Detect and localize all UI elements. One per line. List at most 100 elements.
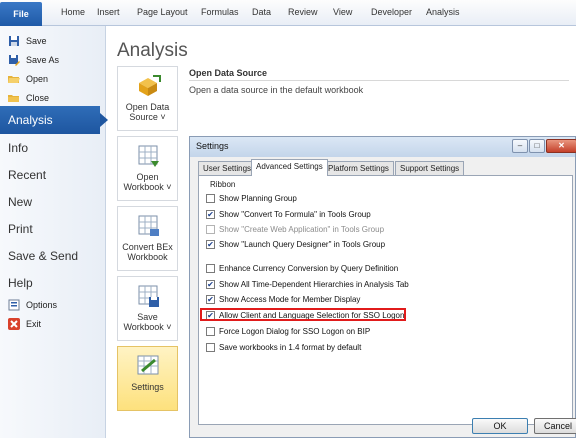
- save-workbook-icon: [138, 285, 159, 307]
- minimize-icon: –: [517, 141, 523, 150]
- option-time-dependent-hierarchies[interactable]: ✔ Show All Time-Dependent Hierarchies in …: [206, 279, 409, 290]
- option-show-planning-group[interactable]: Show Planning Group: [206, 193, 297, 204]
- settings-icon: [137, 355, 158, 375]
- convert-bex-workbook-label: Convert BEx Workbook: [122, 242, 173, 262]
- ok-button[interactable]: OK: [472, 418, 528, 434]
- dialog-titlebar[interactable]: Settings – □ ✕: [190, 137, 576, 157]
- convert-bex-workbook-button[interactable]: Convert BEx Workbook: [117, 206, 178, 271]
- checkbox[interactable]: [206, 194, 215, 203]
- open-data-source-icon: [138, 75, 161, 96]
- option-label: Show "Convert To Formula" in Tools Group: [219, 210, 371, 219]
- tab-review[interactable]: Review: [288, 7, 318, 17]
- option-label: Show "Create Web Application" in Tools G…: [219, 225, 385, 234]
- checkbox-checked[interactable]: ✔: [206, 295, 215, 304]
- folder-open-icon: [8, 76, 20, 83]
- open-workbook-button[interactable]: Open Workbook ˅: [117, 136, 178, 201]
- exit-icon: [8, 318, 20, 330]
- tab-support-settings[interactable]: Support Settings: [395, 161, 465, 175]
- option-launch-query-designer[interactable]: ✔ Show "Launch Query Designer" in Tools G…: [206, 239, 385, 250]
- settings-button[interactable]: Settings: [117, 346, 178, 411]
- nav-save[interactable]: Save: [8, 33, 47, 49]
- tab-page-layout[interactable]: Page Layout: [137, 7, 188, 17]
- nav-close-label: Close: [26, 93, 50, 103]
- page-title: Analysis: [117, 40, 188, 61]
- tab-analysis[interactable]: Analysis: [426, 7, 460, 17]
- option-enhance-currency-conversion[interactable]: Enhance Currency Conversion by Query Def…: [206, 263, 398, 274]
- open-data-source-description: Open a data source in the default workbo…: [189, 85, 364, 95]
- nav-help[interactable]: Help: [8, 276, 33, 290]
- nav-save-as-label: Save As: [26, 55, 60, 65]
- option-label: Show Access Mode for Member Display: [219, 295, 361, 304]
- settings-dialog: Settings – □ ✕ User Settings Advanced Se…: [189, 136, 576, 438]
- option-label: Force Logon Dialog for SSO Logon on BIP: [219, 327, 371, 336]
- option-access-mode-member-display[interactable]: ✔ Show Access Mode for Member Display: [206, 294, 360, 305]
- option-label: Save workbooks in 1.4 format by default: [219, 343, 362, 352]
- nav-exit-label: Exit: [26, 319, 42, 329]
- tab-formulas[interactable]: Formulas: [201, 7, 239, 17]
- option-convert-to-formula[interactable]: ✔ Show "Convert To Formula" in Tools Grou…: [206, 209, 371, 220]
- nav-open-label: Open: [26, 74, 49, 84]
- save-as-icon: [9, 55, 20, 66]
- ribbon-tab-bar: File Home Insert Page Layout Formulas Da…: [0, 0, 576, 26]
- checkbox-checked[interactable]: ✔: [206, 210, 215, 219]
- checkbox-disabled: [206, 225, 215, 234]
- nav-save-as[interactable]: Save As: [8, 52, 59, 68]
- option-force-logon-dialog[interactable]: Force Logon Dialog for SSO Logon on BIP: [206, 326, 370, 337]
- option-label: Show Planning Group: [219, 194, 297, 203]
- checkbox[interactable]: [206, 264, 215, 273]
- nav-options-label: Options: [26, 300, 58, 310]
- heading-divider: [189, 80, 569, 81]
- nav-options[interactable]: Options: [8, 297, 57, 313]
- convert-workbook-icon: [138, 215, 159, 236]
- nav-close[interactable]: Close: [8, 90, 49, 106]
- highlight-box: [200, 308, 406, 321]
- tab-home[interactable]: Home: [61, 7, 85, 17]
- close-icon: ✕: [558, 141, 565, 150]
- save-workbook-label: Save Workbook ˅: [123, 312, 172, 332]
- nav-save-send[interactable]: Save & Send: [8, 249, 78, 263]
- cancel-button[interactable]: Cancel: [534, 418, 576, 434]
- checkbox[interactable]: [206, 327, 215, 336]
- open-data-source-label: Open Data Source ˅: [125, 102, 170, 122]
- open-workbook-label: Open Workbook ˅: [123, 172, 172, 192]
- tab-developer[interactable]: Developer: [371, 7, 412, 17]
- backstage-nav: Save Save As Open Close Analysis Info Re…: [0, 26, 108, 438]
- checkbox-checked[interactable]: ✔: [206, 280, 215, 289]
- checkbox-checked[interactable]: ✔: [206, 240, 215, 249]
- option-label: Show All Time-Dependent Hierarchies in A…: [219, 280, 409, 289]
- nav-print[interactable]: Print: [8, 222, 33, 236]
- open-workbook-icon: [138, 145, 159, 167]
- nav-open[interactable]: Open: [8, 71, 48, 87]
- options-icon: [8, 299, 20, 311]
- tab-view[interactable]: View: [333, 7, 352, 17]
- nav-save-label: Save: [26, 36, 47, 46]
- minimize-button[interactable]: –: [512, 139, 528, 153]
- save-icon: [9, 36, 19, 46]
- checkbox[interactable]: [206, 343, 215, 352]
- settings-label: Settings: [131, 382, 164, 392]
- tab-user-settings[interactable]: User Settings: [198, 161, 257, 175]
- tab-file[interactable]: File: [0, 2, 42, 26]
- tab-platform-settings[interactable]: Platform Settings: [323, 161, 394, 175]
- tab-data[interactable]: Data: [252, 7, 271, 17]
- nav-analysis[interactable]: Analysis: [0, 106, 108, 134]
- open-data-source-heading: Open Data Source: [189, 68, 268, 78]
- nav-recent[interactable]: Recent: [8, 168, 46, 182]
- maximize-button[interactable]: □: [529, 139, 545, 153]
- save-workbook-button[interactable]: Save Workbook ˅: [117, 276, 178, 341]
- nav-exit[interactable]: Exit: [8, 316, 41, 332]
- open-data-source-button[interactable]: Open Data Source ˅: [117, 66, 178, 131]
- nav-new[interactable]: New: [8, 195, 32, 209]
- tab-insert[interactable]: Insert: [97, 7, 120, 17]
- option-label: Show "Launch Query Designer" in Tools Gr…: [219, 240, 386, 249]
- maximize-icon: □: [534, 141, 540, 150]
- option-label: Enhance Currency Conversion by Query Def…: [219, 264, 399, 273]
- option-save-14-format[interactable]: Save workbooks in 1.4 format by default: [206, 342, 361, 353]
- option-create-web-application: Show "Create Web Application" in Tools G…: [206, 224, 384, 235]
- tab-advanced-settings[interactable]: Advanced Settings: [251, 159, 328, 176]
- nav-info[interactable]: Info: [8, 141, 28, 155]
- ribbon-group-label: Ribbon: [210, 180, 236, 189]
- folder-close-icon: [8, 95, 19, 102]
- close-button[interactable]: ✕: [546, 139, 576, 153]
- dialog-title: Settings: [196, 141, 229, 151]
